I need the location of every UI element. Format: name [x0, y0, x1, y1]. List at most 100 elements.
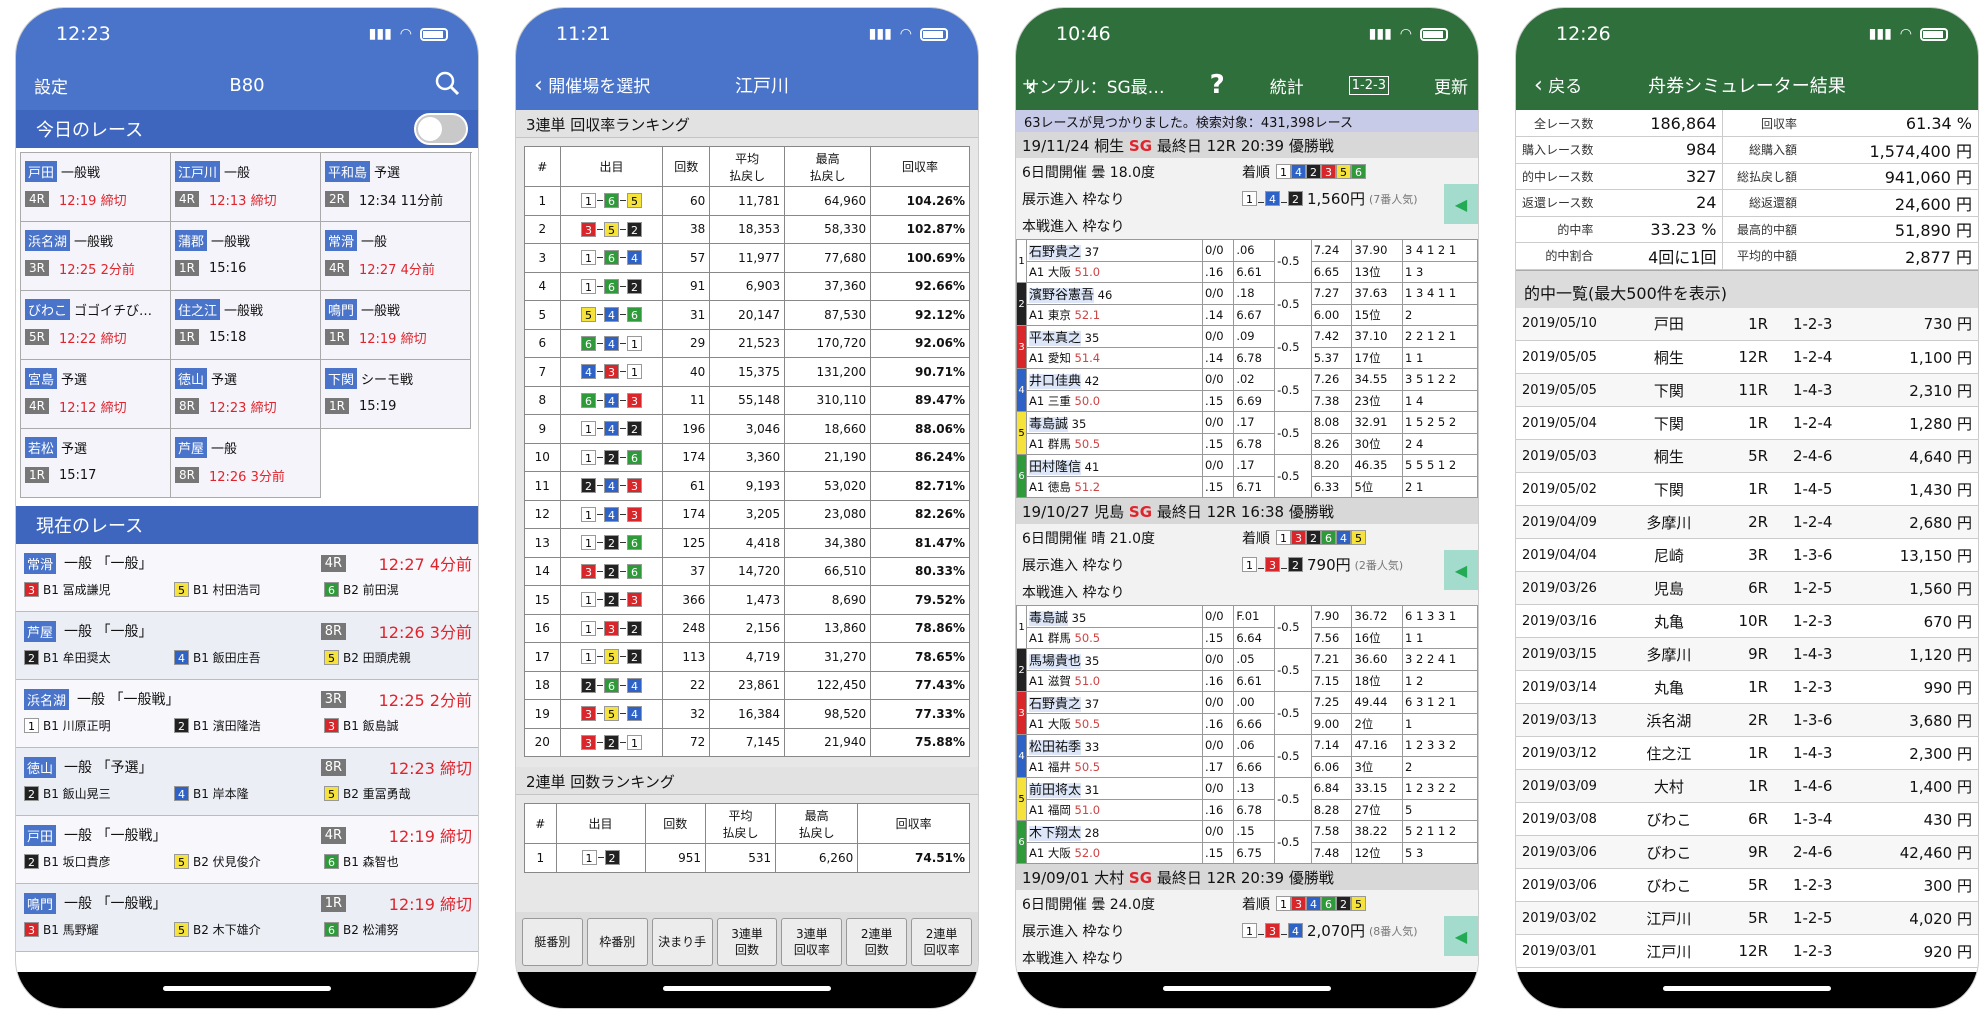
today-race-cell[interactable]: 下関 シーモ戦 1R 15:19 — [321, 360, 471, 429]
hit-row[interactable]: 2019/03/26 児島 6R 1-2-5 1,560 円 — [1516, 571, 1978, 605]
back-button[interactable]: ‹ 戻る — [1534, 72, 1582, 98]
race-header[interactable]: 19/11/24 桐生 SG 最終日 12R 20:39 優勝戦 — [1016, 132, 1478, 158]
order-123-icon[interactable]: 1-2-3 — [1348, 75, 1389, 95]
hit-row[interactable]: 2019/03/06 びわこ 9R 2-4-6 42,460 円 — [1516, 835, 1978, 869]
current-race-row[interactable]: 芦屋 一般 「一般」 8R 12:26 3分前 2 B1 牟田奨太 4 B1 飯田庄吾 5 B2 … — [16, 612, 478, 680]
racer-branch: A1 群馬 — [1029, 630, 1071, 645]
today-race-cell[interactable]: 浜名湖 一般戦 3R 12:25 2分前 — [21, 222, 171, 291]
racer-row[interactable]: 1 毒島誠 35 0/0 F.01 -0.5 7.90 36.72 6 1 3 3 1 — [1016, 605, 1478, 649]
today-race-cell[interactable]: 常滑 一般 4R 12:27 4分前 — [321, 222, 471, 291]
today-race-cell[interactable]: 若松 予選 1R 15:17 — [21, 429, 171, 498]
hit-row[interactable]: 2019/04/04 尼崎 3R 1-3-6 13,150 円 — [1516, 538, 1978, 572]
hit-row[interactable]: 2019/03/12 住之江 1R 1-4-3 2,300 円 — [1516, 736, 1978, 770]
hit-row[interactable]: 2019/03/08 びわこ 6R 1-3-4 430 円 — [1516, 802, 1978, 836]
tab-button[interactable]: 2連単 回収率 — [911, 918, 973, 966]
help-button[interactable]: ? — [1210, 70, 1225, 100]
ranking-row[interactable]: 5 5 4 6 31 20,147 87,530 92.12% — [524, 300, 970, 330]
motor-rate: 7.90 — [1310, 605, 1353, 628]
today-toggle[interactable] — [414, 113, 468, 145]
ranking-row[interactable]: 7 4 3 1 40 15,375 131,200 90.71% — [524, 357, 970, 387]
expand-arrow-icon[interactable]: ◀ — [1444, 550, 1478, 590]
ranking-row[interactable]: 15 1 2 3 366 1,473 8,690 79.52% — [524, 585, 970, 615]
today-race-cell[interactable]: 住之江 一般戦 1R 15:18 — [171, 291, 321, 360]
hit-row[interactable]: 2019/05/05 下関 11R 1-4-3 2,310 円 — [1516, 373, 1978, 407]
ranking-row[interactable]: 14 3 2 6 37 14,720 66,510 80.33% — [524, 556, 970, 586]
tab-button[interactable]: 枠番別 — [586, 918, 648, 966]
ranking-row[interactable]: 1 1 6 5 60 11,781 64,960 104.26% — [524, 186, 970, 216]
ranking-row[interactable]: 6 6 4 1 29 21,523 170,720 92.06% — [524, 328, 970, 358]
current-race-row[interactable]: 浜名湖 一般 「一般戦」 3R 12:25 2分前 1 B1 川原正明 2 B1 濱田隆浩 3 B… — [16, 680, 478, 748]
tab-button[interactable]: 3連単 回数 — [716, 918, 778, 966]
racer-row[interactable]: 3 石野貴之 37 0/0.00 -0.5 7.25 49.44 6 3 1 2 1 — [1016, 691, 1478, 735]
ranking-row[interactable]: 12 1 4 3 174 3,205 23,080 82.26% — [524, 499, 970, 529]
today-race-cell[interactable]: 蒲郡 一般戦 1R 15:16 — [171, 222, 321, 291]
hit-row[interactable]: 2019/03/14 丸亀 1R 1-2-3 990 円 — [1516, 670, 1978, 704]
ranking-row[interactable]: 3 1 6 4 57 11,977 77,680 100.69% — [524, 243, 970, 273]
ranking-row[interactable]: 19 3 5 4 32 16,384 98,520 77.33% — [524, 699, 970, 729]
stats-button[interactable]: 統計 — [1270, 73, 1304, 98]
today-race-cell[interactable]: 江戸川 一般 4R 12:13 締切 — [171, 153, 321, 222]
expand-arrow-icon[interactable]: ◀ — [1444, 916, 1478, 956]
tab-button[interactable]: 艇番別 — [522, 918, 583, 966]
hit-row[interactable]: 2019/03/01 江戸川 12R 1-2-3 920 円 — [1516, 934, 1978, 968]
back-button[interactable]: ‹ 開催場を選択 — [534, 72, 650, 98]
ranking-row[interactable]: 4 1 6 2 91 6,903 37,360 92.66% — [524, 271, 970, 301]
hit-row[interactable]: 2019/05/10 戸田 1R 1-2-3 730 円 — [1516, 307, 1978, 341]
hit-row[interactable]: 2019/03/02 江戸川 5R 1-2-5 4,020 円 — [1516, 901, 1978, 935]
ranking-row[interactable]: 9 1 4 2 196 3,046 18,660 88.06% — [524, 414, 970, 444]
hit-row[interactable]: 2019/05/04 下関 1R 1-2-4 1,280 円 — [1516, 406, 1978, 440]
tab-button[interactable]: 決まり手 — [651, 918, 713, 966]
today-race-cell[interactable]: 平和島 予選 2R 12:34 11分前 — [321, 153, 471, 222]
settings-button[interactable]: 設定 — [34, 73, 68, 98]
ranking-row[interactable]: 8 6 4 3 11 55,148 310,110 89.47% — [524, 385, 970, 415]
race-header[interactable]: 19/10/27 児島 SG 最終日 12R 16:38 優勝戦 — [1016, 498, 1478, 524]
ranking-row[interactable]: 13 1 2 6 125 4,418 34,380 81.47% — [524, 528, 970, 558]
tab-button[interactable]: 3連単 回収率 — [781, 918, 843, 966]
search-icon[interactable] — [434, 70, 460, 101]
racer-row[interactable]: 1 石野貴之 37 0/0.06 -0.5 7.24 37.90 3 4 1 2 1 — [1016, 239, 1478, 283]
racer-row[interactable]: 2 馬場貴也 35 0/0.05 -0.5 7.21 36.60 3 2 2 4 1 — [1016, 648, 1478, 692]
racer-row[interactable]: 4 松田祐季 33 0/0.06 -0.5 7.14 47.16 1 2 3 3 2 — [1016, 734, 1478, 778]
racer-row[interactable]: 6 木下翔太 28 0/0.15 -0.5 7.58 38.22 5 2 1 1 2 — [1016, 820, 1478, 864]
hit-row[interactable]: 2019/03/06 びわこ 5R 1-2-3 300 円 — [1516, 868, 1978, 902]
ranking-row[interactable]: 18 2 6 4 22 23,861 122,450 77.43% — [524, 670, 970, 700]
current-race-row[interactable]: 徳山 一般 「予選」 8R 12:23 締切 2 B1 飯山晃三 4 B1 岸本隆 5 B2 重冨… — [16, 748, 478, 816]
race-header[interactable]: 19/09/01 大村 SG 最終日 12R 20:39 優勝戦 — [1016, 864, 1478, 890]
racer-row[interactable]: 3 平本真之 35 0/0.09 -0.5 7.42 37.10 2 2 1 2 1 — [1016, 325, 1478, 369]
hit-row[interactable]: 2019/05/05 桐生 12R 1-2-4 1,100 円 — [1516, 340, 1978, 374]
racer-row[interactable]: 2 濱野谷憲吾 46 0/0.18 -0.5 7.27 37.63 1 3 4 1 1 — [1016, 282, 1478, 326]
current-race-row[interactable]: 戸田 一般 「一般戦」 4R 12:19 締切 2 B1 坂口貴彦 5 B2 伏見俊介 6 B1 … — [16, 816, 478, 884]
hit-row[interactable]: 2019/03/16 丸亀 10R 1-2-3 670 円 — [1516, 604, 1978, 638]
hit-row[interactable]: 2019/03/15 多摩川 9R 1-4-3 1,120 円 — [1516, 637, 1978, 671]
today-race-cell[interactable]: 鳴門 一般戦 1R 12:19 締切 — [321, 291, 471, 360]
racer-row[interactable]: 5 毒島誠 35 0/0.17 -0.5 8.08 32.91 1 5 2 5 2 — [1016, 411, 1478, 455]
expand-arrow-icon[interactable]: ◀ — [1444, 184, 1478, 224]
racer-branch-cell: A1 徳島 51.2 — [1026, 475, 1203, 498]
current-race-row[interactable]: 常滑 一般 「一般」 4R 12:27 4分前 3 B1 冨成謙児 5 B1 村田浩司 6 B2 … — [16, 544, 478, 612]
ranking-row[interactable]: 20 3 2 1 72 7,145 21,940 75.88% — [524, 727, 970, 757]
tab-button[interactable]: 2連単 回数 — [846, 918, 908, 966]
race-class: 一般 「予選」 — [64, 760, 153, 776]
hit-row[interactable]: 2019/05/02 下関 1R 1-4-5 1,430 円 — [1516, 472, 1978, 506]
today-race-cell[interactable]: 徳山 予選 8R 12:23 締切 — [171, 360, 321, 429]
racer-row[interactable]: 5 前田将太 31 0/0.13 -0.5 6.84 33.15 1 2 3 2 2 — [1016, 777, 1478, 821]
today-race-cell[interactable]: 戸田 一般戦 4R 12:19 締切 — [21, 153, 171, 222]
ranking-row[interactable]: 17 1 5 2 113 4,719 31,270 78.65% — [524, 642, 970, 672]
today-race-cell[interactable]: びわこ ゴゴイチび… 5R 12:22 締切 — [21, 291, 171, 360]
ranking-row[interactable]: 2 3 5 2 38 18,353 58,330 102.87% — [524, 214, 970, 244]
racer-row[interactable]: 6 田村隆信 41 0/0.17 -0.5 8.20 46.35 5 5 5 1 2 — [1016, 454, 1478, 498]
ranking-row[interactable]: 10 1 2 6 174 3,360 21,190 86.24% — [524, 442, 970, 472]
ranking-row[interactable]: 11 2 4 3 61 9,193 53,020 82.71% — [524, 471, 970, 501]
today-race-cell[interactable]: 宮島 予選 4R 12:12 締切 — [21, 360, 171, 429]
ranking-row[interactable]: 16 1 3 2 248 2,156 13,860 78.86% — [524, 613, 970, 643]
ranking-row[interactable]: 1 1 2 951 531 6,260 74.51% — [524, 843, 970, 873]
hit-row[interactable]: 2019/04/09 多摩川 2R 1-2-4 2,680 円 — [1516, 505, 1978, 539]
racer-row[interactable]: 4 井口佳典 42 0/0.02 -0.5 7.26 34.55 3 5 1 2 2 — [1016, 368, 1478, 412]
hit-row[interactable]: 2019/03/09 大村 1R 1-4-6 1,400 円 — [1516, 769, 1978, 803]
hit-row[interactable]: 2019/05/03 桐生 5R 2-4-6 4,640 円 — [1516, 439, 1978, 473]
current-race-row[interactable]: 鳴門 一般 「一般戦」 1R 12:19 締切 3 B1 馬野耀 5 B2 木下雄介 6 B2 松… — [16, 884, 478, 952]
hit-row[interactable]: 2019/03/13 浜名湖 2R 1-3-6 3,680 円 — [1516, 703, 1978, 737]
avg-payout-cell: 2,156 — [709, 613, 786, 643]
today-race-cell[interactable]: 芦屋 一般 8R 12:26 3分前 — [171, 429, 321, 498]
update-button[interactable]: 更新 — [1434, 73, 1468, 98]
